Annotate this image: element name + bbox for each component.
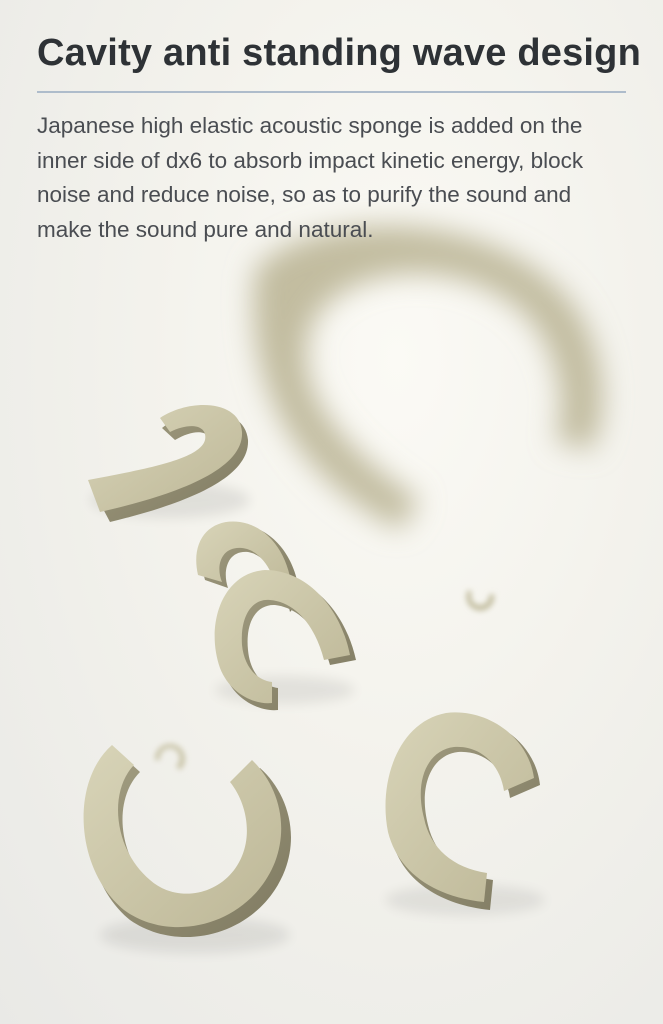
- c-ring-middle: [214, 570, 356, 711]
- product-feature-panel: Cavity anti standing wave design Japanes…: [0, 0, 663, 1024]
- blurred-small-ring-left: [154, 743, 185, 770]
- feature-description: Japanese high elastic acoustic sponge is…: [37, 113, 584, 242]
- page-title: Cavity anti standing wave design: [37, 32, 641, 74]
- blurred-small-ring-right: [466, 590, 495, 611]
- c-ring-bottom-left: [83, 745, 291, 953]
- title-divider: [37, 91, 626, 93]
- c-ring-bottom-right: [385, 712, 545, 915]
- blurred-large-ring: [253, 225, 603, 530]
- c-ring-top-left: [88, 405, 250, 522]
